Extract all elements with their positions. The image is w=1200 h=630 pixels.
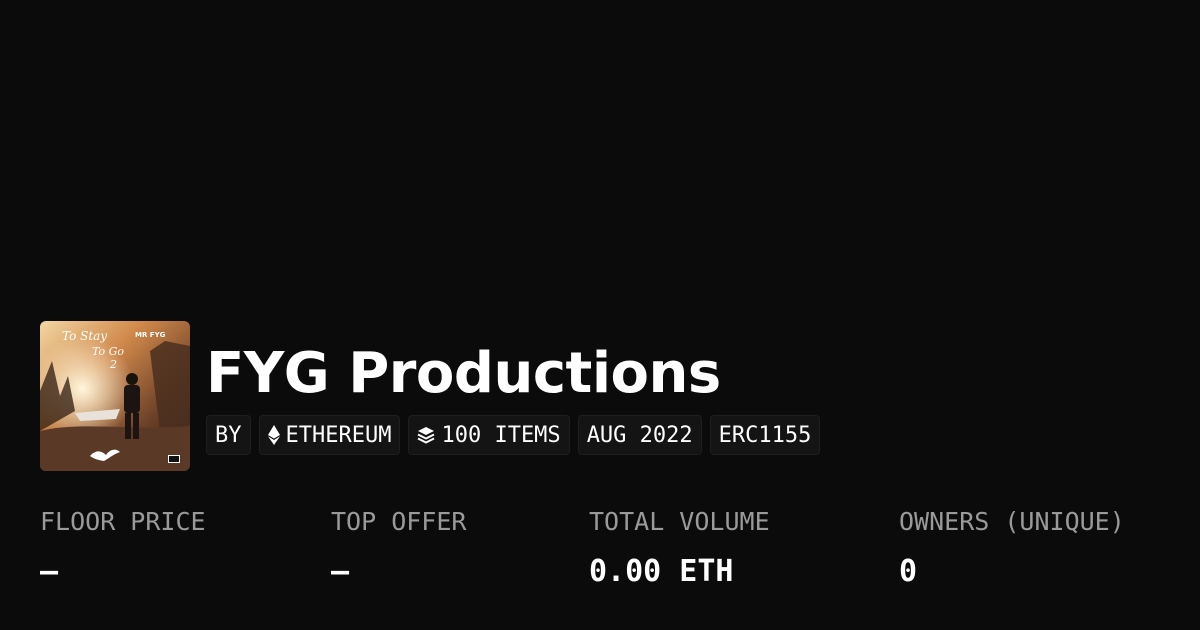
chip-creator[interactable]: BY	[206, 415, 251, 455]
total-volume-label: TOTAL VOLUME	[589, 507, 770, 536]
chip-token-standard: ERC1155	[709, 415, 821, 455]
chip-created-date-label: AUG 2022	[586, 422, 693, 448]
owners-label: OWNERS (UNIQUE)	[899, 507, 1125, 536]
collection-title: FYG Productions	[206, 341, 721, 406]
chip-chain-label: ETHEREUM	[285, 422, 392, 448]
owners-value: 0	[899, 554, 918, 589]
chip-items: 100 ITEMS	[408, 415, 570, 455]
artwork-album-number: 2	[110, 358, 117, 371]
top-offer-value: –	[331, 554, 350, 589]
top-offer-label: TOP OFFER	[331, 507, 467, 536]
ethereum-icon	[267, 425, 280, 445]
artwork-album-line1: To Stay	[62, 329, 108, 343]
chip-creator-label: BY	[215, 422, 242, 448]
total-volume-value: 0.00 ETH	[589, 554, 734, 589]
artwork-album-line2: To Go	[92, 345, 125, 358]
collection-meta-chips: BY ETHEREUM 100 ITEMS AUG 2022 ERC1155	[206, 415, 821, 455]
chip-chain: ETHEREUM	[258, 415, 401, 455]
chip-created-date: AUG 2022	[577, 415, 702, 455]
chip-items-label: 100 ITEMS	[441, 422, 561, 448]
floor-price-value: –	[40, 554, 59, 589]
floor-price-label: FLOOR PRICE	[40, 507, 206, 536]
artwork-artist-text: MR FYG	[135, 331, 166, 339]
chip-token-standard-label: ERC1155	[718, 422, 812, 448]
layers-icon	[417, 426, 435, 444]
collection-avatar: MR FYG To Stay To Go 2	[40, 321, 190, 471]
